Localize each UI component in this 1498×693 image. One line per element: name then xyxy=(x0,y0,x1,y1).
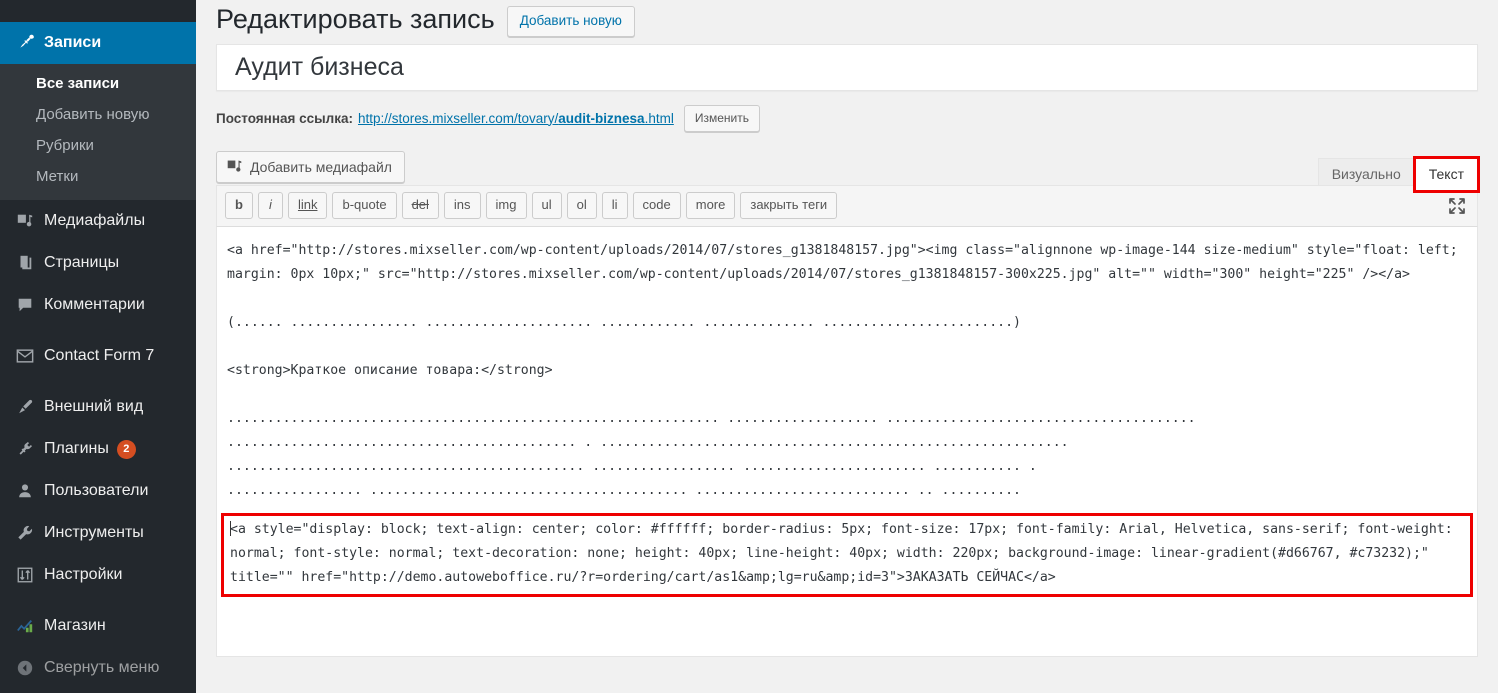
tab-text[interactable]: Текст xyxy=(1415,158,1478,191)
brush-icon xyxy=(10,398,40,416)
highlighted-order-button-code: <a style="display: block; text-align: ce… xyxy=(221,513,1473,597)
permalink-row: Постоянная ссылка: http://stores.mixsell… xyxy=(216,105,1478,131)
wrench-icon xyxy=(10,524,40,542)
sidebar-item-label: Плагины xyxy=(40,440,109,458)
sidebar-item-settings[interactable]: Настройки xyxy=(0,554,196,596)
page-wrap: Редактировать запись Добавить новую Пост… xyxy=(196,0,1498,657)
sidebar-item-label: Свернуть меню xyxy=(40,659,159,677)
code-block-filler-line-4: ................. ......................… xyxy=(227,483,1021,498)
sidebar-item-label: Пользователи xyxy=(40,482,148,500)
qt-ol-button[interactable]: ol xyxy=(567,192,597,219)
editor-media-row: Добавить медиафайл Визуально Текст xyxy=(216,149,1478,185)
qt-bold-button[interactable]: b xyxy=(225,192,253,219)
envelope-icon xyxy=(10,348,40,364)
code-block-image-link: <a href="http://stores.mixseller.com/wp-… xyxy=(227,243,1466,282)
sidebar-item-label: Страницы xyxy=(40,254,119,272)
code-block-short-description: <strong>Краткое описание товара:</strong… xyxy=(227,363,553,378)
sidebar-item-label: Настройки xyxy=(40,566,122,584)
post-title-box xyxy=(216,44,1478,91)
sidebar-gap xyxy=(0,377,196,386)
sidebar-item-label: Медиафайлы xyxy=(40,212,145,230)
post-content-textarea[interactable]: <a href="http://stores.mixseller.com/wp-… xyxy=(217,227,1477,607)
permalink-prefix: http://stores.mixseller.com/tovary/ xyxy=(358,111,558,126)
page-title: Редактировать запись xyxy=(216,2,507,36)
code-block-filler-line-3: ........................................… xyxy=(227,459,1037,474)
sidebar-subitem-all-posts[interactable]: Все записи xyxy=(0,68,196,99)
sidebar-item-contact-form-7[interactable]: Contact Form 7 xyxy=(0,335,196,377)
quicktags-toolbar: b i link b-quote del ins img ul ol li co… xyxy=(216,185,1478,227)
highlighted-code-text: <a style="display: block; text-align: ce… xyxy=(230,522,1461,585)
permalink-link[interactable]: http://stores.mixseller.com/tovary/audit… xyxy=(358,111,674,126)
sidebar-top-spacer xyxy=(0,0,196,22)
sidebar-item-tools[interactable]: Инструменты xyxy=(0,512,196,554)
qt-ul-button[interactable]: ul xyxy=(532,192,562,219)
sidebar-item-appearance[interactable]: Внешний вид xyxy=(0,386,196,428)
sidebar-item-label: Магазин xyxy=(40,617,106,635)
sidebar-item-label: Инструменты xyxy=(40,524,144,542)
qt-li-button[interactable]: li xyxy=(602,192,628,219)
permalink-slug: audit-biznesa xyxy=(558,111,644,126)
collapse-arrow-icon xyxy=(10,659,40,677)
code-block-filler-line-2: ........................................… xyxy=(227,435,1069,450)
fullscreen-expand-icon[interactable] xyxy=(1447,196,1467,216)
sidebar-gap xyxy=(0,326,196,335)
sidebar-subitem-categories[interactable]: Рубрики xyxy=(0,130,196,161)
sidebar-gap xyxy=(0,596,196,605)
qt-close-tags-button[interactable]: закрыть теги xyxy=(740,192,837,219)
qt-more-button[interactable]: more xyxy=(686,192,736,219)
page-header: Редактировать запись Добавить новую xyxy=(216,0,1478,44)
permalink-suffix: .html xyxy=(645,111,674,126)
chart-up-icon xyxy=(10,617,40,635)
admin-sidebar: Записи Все записи Добавить новую Рубрики… xyxy=(0,0,196,693)
code-block-ellipsis-paren: (...... ................ ...............… xyxy=(227,315,1021,330)
sidebar-item-collapse-menu[interactable]: Свернуть меню xyxy=(0,647,196,689)
sidebar-item-plugins[interactable]: Плагины 2 xyxy=(0,428,196,470)
sidebar-subitem-add-new[interactable]: Добавить новую xyxy=(0,99,196,130)
qt-ins-button[interactable]: ins xyxy=(444,192,481,219)
code-block-filler-line-1: ........................................… xyxy=(227,411,1196,426)
qt-del-button[interactable]: del xyxy=(402,192,439,219)
post-title-input[interactable] xyxy=(227,53,1467,82)
sidebar-item-pages[interactable]: Страницы xyxy=(0,242,196,284)
sidebar-item-users[interactable]: Пользователи xyxy=(0,470,196,512)
user-icon xyxy=(10,482,40,500)
qt-link-button[interactable]: link xyxy=(288,192,328,219)
plug-icon xyxy=(10,440,40,458)
sidebar-item-comments[interactable]: Комментарии xyxy=(0,284,196,326)
add-new-post-button[interactable]: Добавить новую xyxy=(507,6,635,37)
plugins-update-badge: 2 xyxy=(117,440,136,459)
wp-body: Редактировать запись Добавить новую Пост… xyxy=(196,0,1498,693)
settings-sliders-icon xyxy=(10,566,40,584)
qt-italic-button[interactable]: i xyxy=(258,192,283,219)
qt-code-button[interactable]: code xyxy=(633,192,681,219)
sidebar-item-label: Комментарии xyxy=(40,296,145,314)
text-editor-surface[interactable]: <a href="http://stores.mixseller.com/wp-… xyxy=(216,227,1478,657)
sidebar-item-posts[interactable]: Записи xyxy=(0,22,196,64)
sidebar-item-shop[interactable]: Магазин xyxy=(0,605,196,647)
sidebar-item-label: Contact Form 7 xyxy=(40,347,154,365)
qt-img-button[interactable]: img xyxy=(486,192,527,219)
permalink-label: Постоянная ссылка: xyxy=(216,111,353,126)
post-editor: Добавить медиафайл Визуально Текст b i l… xyxy=(216,149,1478,657)
media-icon xyxy=(226,158,243,175)
media-icon xyxy=(10,212,40,230)
comments-icon xyxy=(10,296,40,314)
sidebar-subitem-tags[interactable]: Метки xyxy=(0,161,196,192)
edit-permalink-button[interactable]: Изменить xyxy=(684,105,760,132)
pin-icon xyxy=(10,34,40,53)
sidebar-submenu-posts: Все записи Добавить новую Рубрики Метки xyxy=(0,64,196,200)
sidebar-item-media[interactable]: Медиафайлы xyxy=(0,200,196,242)
add-media-label: Добавить медиафайл xyxy=(250,159,392,175)
sidebar-item-label: Внешний вид xyxy=(40,398,143,416)
qt-blockquote-button[interactable]: b-quote xyxy=(332,192,396,219)
sidebar-item-label: Записи xyxy=(40,34,101,52)
add-media-button[interactable]: Добавить медиафайл xyxy=(216,151,405,183)
pages-icon xyxy=(10,254,40,272)
